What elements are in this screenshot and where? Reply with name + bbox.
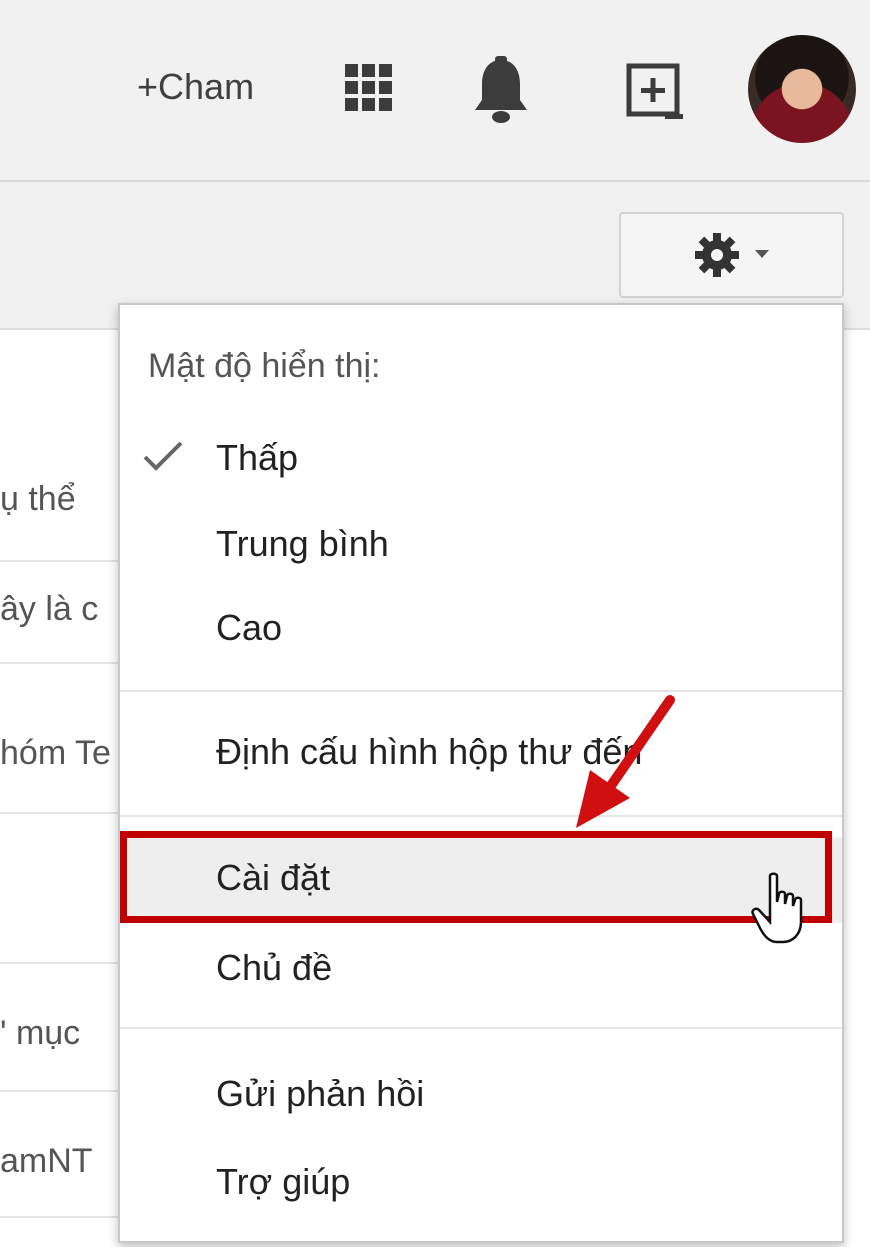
profile-name-link[interactable]: +Cham <box>137 66 254 108</box>
menu-item-label: Chủ đề <box>216 947 333 988</box>
gear-icon <box>695 233 739 277</box>
list-item[interactable]: ' mục <box>0 964 120 1092</box>
list-item-text: hóm Te <box>0 734 111 772</box>
menu-item-send-feedback[interactable]: Gửi phản hồi <box>120 1053 842 1133</box>
message-list: ụ thể ây là c hóm Te ' mục amNT <box>0 330 120 1247</box>
menu-item-label: Trợ giúp <box>216 1161 351 1202</box>
top-bar: +Cham <box>0 0 870 182</box>
notifications-bell-icon[interactable] <box>470 56 532 126</box>
menu-item-configure-inbox[interactable]: Định cấu hình hộp thư đến <box>120 711 842 791</box>
menu-divider <box>120 1027 842 1029</box>
menu-item-themes[interactable]: Chủ đề <box>120 927 842 1007</box>
list-item-text: ây là c <box>0 590 99 628</box>
apps-grid-icon[interactable] <box>343 62 395 114</box>
avatar[interactable] <box>748 35 856 143</box>
list-item[interactable] <box>0 814 120 964</box>
menu-item-label: Trung bình <box>216 523 389 564</box>
settings-dropdown-menu: Mật độ hiển thị: Thấp Trung bình Cao Địn… <box>118 303 844 1243</box>
hand-pointer-icon <box>751 872 803 944</box>
list-item-text: ụ thể <box>0 480 76 518</box>
menu-item-density-low[interactable]: Thấp <box>120 417 842 497</box>
density-header: Mật độ hiển thị: <box>148 347 381 385</box>
menu-divider <box>120 690 842 692</box>
settings-highlight-box <box>120 831 832 923</box>
list-item-text: ' mục <box>0 1014 81 1052</box>
list-item-text: amNT <box>0 1142 93 1180</box>
menu-item-help[interactable]: Trợ giúp <box>120 1141 842 1221</box>
menu-item-label: Gửi phản hồi <box>216 1073 425 1114</box>
menu-item-density-medium[interactable]: Trung bình <box>120 503 842 583</box>
settings-button[interactable] <box>619 212 844 298</box>
menu-item-density-high[interactable]: Cao <box>120 587 842 667</box>
menu-item-label: Cao <box>216 607 283 648</box>
list-item[interactable]: ụ thể <box>0 430 120 562</box>
list-item[interactable]: hóm Te <box>0 664 120 814</box>
check-icon <box>143 441 183 471</box>
share-plus-icon[interactable] <box>625 62 685 122</box>
chevron-down-icon <box>755 250 769 258</box>
menu-item-label: Thấp <box>216 437 299 478</box>
list-item[interactable]: amNT <box>0 1092 120 1218</box>
list-item[interactable]: ây là c <box>0 562 120 664</box>
red-arrow-annotation <box>576 695 675 828</box>
menu-divider <box>120 815 842 817</box>
